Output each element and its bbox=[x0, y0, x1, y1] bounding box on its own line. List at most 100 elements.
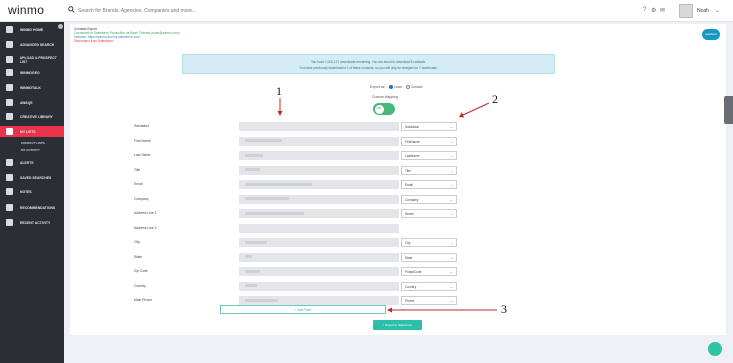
salesforce-field-select[interactable]: LastName ⌄ bbox=[401, 151, 457, 160]
feedback-tab[interactable] bbox=[724, 96, 733, 124]
sidebar-item-label: AWAQE bbox=[20, 100, 33, 105]
avatar[interactable] bbox=[679, 4, 693, 18]
toggle-state: ON bbox=[376, 106, 382, 110]
search-icon bbox=[68, 6, 75, 13]
chevron-down-icon: ⌄ bbox=[449, 125, 453, 129]
select-value: City bbox=[405, 241, 411, 245]
user-name[interactable]: Noah bbox=[697, 8, 709, 14]
custom-mapping-toggle[interactable]: ON bbox=[373, 103, 395, 115]
sidebar-item-notes[interactable]: NOTES bbox=[0, 186, 64, 197]
salesforce-field-select[interactable]: Title ⌄ bbox=[401, 165, 457, 175]
sidebar-item-creative-library[interactable]: CREATIVE LIBRARY bbox=[0, 111, 64, 122]
sidebar-item-saved-searches[interactable]: SAVED SEARCHES bbox=[0, 172, 64, 183]
banner-line-2: You have previously downloaded 1 of thes… bbox=[299, 66, 438, 70]
salesforce-field-select[interactable]: Email ⌄ bbox=[401, 180, 457, 189]
salesforce-field-select[interactable]: FirstName ⌄ bbox=[401, 136, 457, 146]
sidebar: WINMO HOME ADVANCED SEARCH UPLOAD A PROSPE… bbox=[0, 22, 64, 363]
settings-icon[interactable]: ⚙ bbox=[651, 7, 656, 14]
chevron-down-icon: ⌄ bbox=[449, 270, 453, 274]
contact-radio-label[interactable]: Contact bbox=[411, 85, 423, 89]
field-value-input[interactable] bbox=[239, 151, 399, 160]
sidebar-item-awaqe[interactable]: AWAQE bbox=[0, 97, 64, 108]
field-value-input[interactable] bbox=[239, 296, 399, 305]
field-value-input[interactable] bbox=[239, 194, 399, 204]
select-value: PostalCode bbox=[405, 270, 422, 274]
add-field-button[interactable]: + Add Field bbox=[220, 305, 386, 314]
sidebar-item-label: RECOMMENDATIONS bbox=[20, 205, 56, 210]
salesforce-logo: salesforce bbox=[702, 29, 720, 40]
bell-icon bbox=[6, 159, 13, 166]
home-icon bbox=[6, 26, 13, 33]
annotation-number-2: 2 bbox=[492, 92, 498, 106]
field-value-input[interactable] bbox=[239, 238, 399, 247]
chevron-down-icon: ⌄ bbox=[449, 183, 453, 187]
sidebar-item-advanced-search[interactable]: ADVANCED SEARCH bbox=[0, 39, 64, 50]
disconnect-link[interactable]: Disconnect from Salesforce bbox=[74, 39, 113, 43]
help-icon[interactable]: ? bbox=[643, 7, 646, 13]
field-value-input[interactable] bbox=[239, 180, 399, 189]
contact-radio[interactable] bbox=[405, 85, 410, 90]
list-icon bbox=[6, 128, 13, 135]
sidebar-item-recommendations[interactable]: RECOMMENDATIONS bbox=[0, 202, 64, 213]
sidebar-item-label: NOTES bbox=[20, 189, 32, 194]
mail-icon[interactable]: ✉ bbox=[660, 7, 665, 14]
field-label: Last Name bbox=[134, 153, 151, 157]
salesforce-field-select[interactable]: State ⌄ bbox=[401, 252, 457, 262]
salesforce-field-select[interactable]: City ⌄ bbox=[401, 238, 457, 247]
field-value-input[interactable] bbox=[239, 252, 399, 262]
field-value-input[interactable] bbox=[239, 165, 399, 175]
field-label: Country bbox=[134, 283, 146, 288]
sidebar-item-upload-a-prospect-list[interactable]: UPLOAD A PROSPECT LIST bbox=[0, 54, 64, 65]
field-label: Email bbox=[134, 182, 143, 186]
banner-line-1: You have 1,000,127 downloads remaining. … bbox=[310, 60, 427, 64]
sidebar-item-alerts[interactable]: ALERTS bbox=[0, 157, 64, 168]
chevron-down-icon: ⌄ bbox=[449, 255, 453, 260]
sidebar-subitem-my-activity[interactable]: MY ACTIVITY bbox=[21, 148, 40, 152]
sidebar-item-my-lists[interactable]: MY LISTS bbox=[0, 126, 64, 137]
salesforce-field-select[interactable]: Company ⌄ bbox=[401, 194, 457, 204]
sidebar-item-label: WINMOGEO bbox=[20, 70, 40, 75]
salesforce-field-select[interactable]: Salutation ⌄ bbox=[401, 122, 457, 131]
creative-icon bbox=[6, 113, 13, 120]
field-value-input[interactable] bbox=[239, 122, 399, 131]
sidebar-item-label: RECENT ACTIVITY bbox=[20, 220, 51, 225]
field-value-redacted bbox=[245, 255, 253, 258]
sidebar-item-winmo-home[interactable]: WINMO HOME bbox=[0, 24, 64, 35]
doc-icon bbox=[6, 204, 13, 211]
chevron-down-icon: ⌄ bbox=[449, 299, 453, 303]
winmo-logo[interactable]: winmo bbox=[8, 3, 44, 17]
salesforce-field-select[interactable]: PostalCode ⌄ bbox=[401, 267, 457, 276]
field-value-input[interactable] bbox=[239, 136, 399, 146]
search-icon bbox=[6, 41, 13, 48]
field-value-input[interactable] bbox=[239, 223, 399, 233]
field-value-redacted bbox=[245, 211, 305, 215]
top-bar: winmo ? ⚙ ✉ Noah ⌄ bbox=[0, 0, 733, 22]
field-value-redacted bbox=[245, 197, 290, 200]
export-to-salesforce-button[interactable]: ↑ Export to Salesforce bbox=[373, 320, 422, 330]
annotation-number-3: 3 bbox=[501, 302, 507, 316]
field-value-input[interactable] bbox=[239, 209, 399, 218]
lead-radio[interactable] bbox=[389, 85, 394, 90]
sidebar-item-winmotalk[interactable]: WINMOTALK bbox=[0, 82, 64, 93]
sidebar-item-winmogeo[interactable]: WINMOGEO bbox=[0, 67, 64, 78]
map-icon bbox=[6, 69, 13, 76]
field-value-redacted bbox=[245, 168, 260, 171]
search-input[interactable] bbox=[78, 4, 378, 17]
field-value-input[interactable] bbox=[239, 281, 399, 291]
export-as-label: Export as: bbox=[370, 85, 386, 89]
upload-icon bbox=[6, 56, 13, 63]
salesforce-field-select[interactable]: Country ⌄ bbox=[401, 281, 457, 291]
chat-button[interactable] bbox=[708, 342, 722, 356]
field-value-input[interactable] bbox=[239, 267, 399, 276]
sidebar-subitem-contact-lists[interactable]: CONTACT LISTS bbox=[21, 141, 45, 145]
salesforce-field-select[interactable]: Street ⌄ bbox=[401, 209, 457, 218]
user-menu-chevron-icon[interactable]: ⌄ bbox=[715, 7, 720, 14]
salesforce-field-select[interactable]: Phone ⌄ bbox=[401, 296, 457, 305]
lead-radio-label[interactable]: Lead bbox=[394, 85, 402, 89]
sidebar-item-recent-activity[interactable]: RECENT ACTIVITY bbox=[0, 217, 64, 228]
select-value: Phone bbox=[405, 299, 415, 303]
select-value: Country bbox=[405, 284, 417, 289]
custom-mapping-label: Custom Mapping bbox=[372, 95, 398, 99]
field-label: Company bbox=[134, 196, 149, 201]
chevron-down-icon: ⌄ bbox=[449, 284, 453, 289]
